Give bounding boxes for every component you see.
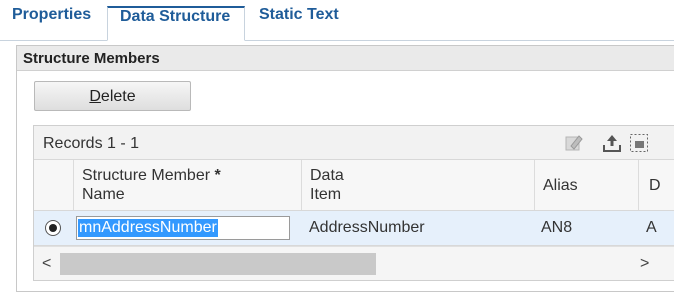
section-header: Structure Members xyxy=(17,46,674,71)
member-name-input[interactable]: mnAddressNumber xyxy=(76,216,290,240)
edit-icon[interactable] xyxy=(563,132,585,154)
scroll-left-icon[interactable]: < xyxy=(42,255,51,273)
table-row[interactable]: mnAddressNumber AddressNumber AN8 A xyxy=(34,211,674,246)
required-indicator: * xyxy=(214,167,221,184)
export-icon[interactable] xyxy=(601,132,623,154)
select-column-header xyxy=(34,160,74,210)
delete-label: elete xyxy=(100,88,136,105)
column-structure-member-name[interactable]: Structure Member * Name xyxy=(74,160,302,210)
tab-data-structure[interactable]: Data Structure xyxy=(107,6,245,41)
tab-properties[interactable]: Properties xyxy=(0,6,103,40)
delete-mnemonic: D xyxy=(89,88,101,105)
fullscreen-icon[interactable] xyxy=(628,132,650,154)
structure-members-grid: Records 1 - 1 Structure Member * Name Da… xyxy=(33,125,674,281)
scroll-thumb[interactable] xyxy=(60,253,376,275)
records-count: Records 1 - 1 xyxy=(43,135,140,152)
tab-static-text[interactable]: Static Text xyxy=(247,6,351,40)
grid-toolbar: Records 1 - 1 xyxy=(34,126,674,160)
tab-bar: Properties Data Structure Static Text xyxy=(0,0,674,41)
delete-button[interactable]: Delete xyxy=(34,81,191,111)
structure-members-panel: Structure Members Delete Records 1 - 1 S… xyxy=(16,45,674,292)
column-next[interactable]: D xyxy=(639,160,674,210)
grid-header: Structure Member * Name Data Item Alias … xyxy=(34,160,674,211)
selected-text: mnAddressNumber xyxy=(78,219,218,237)
scroll-right-icon[interactable]: > xyxy=(640,255,649,273)
horizontal-scrollbar[interactable]: < > xyxy=(34,246,674,280)
column-data-item[interactable]: Data Item xyxy=(302,160,535,210)
section-title: Structure Members xyxy=(23,50,160,67)
data-item-cell: AddressNumber xyxy=(309,219,425,236)
next-column-cell: A xyxy=(646,219,657,236)
radio-selected-icon[interactable] xyxy=(45,220,61,236)
alias-cell: AN8 xyxy=(541,219,573,236)
column-alias[interactable]: Alias xyxy=(535,160,639,210)
